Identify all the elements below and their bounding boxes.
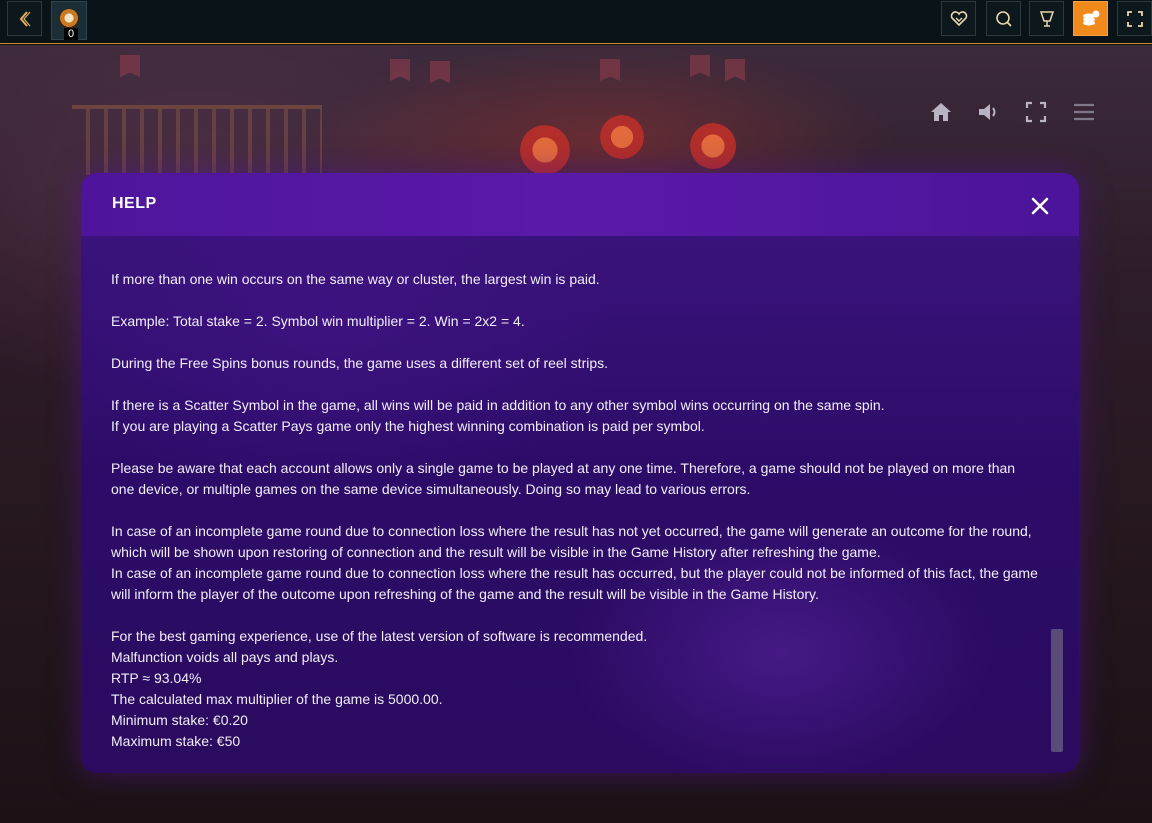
balcony-railing <box>72 105 322 175</box>
game-fullscreen-button[interactable] <box>1024 100 1048 124</box>
help-paragraph: For the best gaming experience, use of t… <box>111 626 1041 752</box>
fullscreen-button[interactable] <box>1117 1 1152 36</box>
menu-button[interactable] <box>1072 100 1096 124</box>
help-paragraph: If there is a Scatter Symbol in the game… <box>111 395 1041 437</box>
bunting-flag <box>390 59 410 81</box>
help-modal: HELP If more than one win occurs on the … <box>81 173 1079 773</box>
help-paragraph: If more than one win occurs on the same … <box>111 269 1041 290</box>
home-icon <box>931 103 951 121</box>
close-button[interactable] <box>1027 193 1053 219</box>
sound-button[interactable] <box>976 100 1000 124</box>
coins-icon <box>1082 10 1099 25</box>
sound-icon <box>979 104 996 120</box>
bonus-counter[interactable]: 0 <box>51 1 87 40</box>
fullscreen-icon <box>1025 101 1047 123</box>
top-bar: 0 <box>0 0 1152 44</box>
trophy-icon <box>1039 10 1054 27</box>
help-text-line: Maximum stake: €50 <box>111 733 241 749</box>
help-text-line: Please be aware that each account allows… <box>111 460 1016 497</box>
help-text-line: Example: Total stake = 2. Symbol win mul… <box>111 313 525 329</box>
help-header: HELP <box>81 173 1079 236</box>
favorites-button[interactable] <box>941 1 976 36</box>
menu-icon <box>1074 103 1094 121</box>
cashier-button[interactable] <box>1073 1 1108 36</box>
favorite-heart-icon <box>950 10 967 26</box>
bunting-flag <box>690 55 710 77</box>
help-text-line: For the best gaming experience, use of t… <box>111 628 648 644</box>
bunting-flag <box>430 61 450 83</box>
help-title: HELP <box>112 195 157 212</box>
scrollbar-thumb[interactable] <box>1051 629 1063 752</box>
help-text-line: Malfunction voids all pays and plays. <box>111 649 339 665</box>
help-paragraph: Example: Total stake = 2. Symbol win mul… <box>111 311 1041 332</box>
help-text-line: In case of an incomplete game round due … <box>111 565 1038 602</box>
help-text-line: If more than one win occurs on the same … <box>111 271 600 287</box>
help-text-line: RTP ≈ 93.04% <box>111 670 202 686</box>
help-text-line: Minimum stake: €0.20 <box>111 712 248 728</box>
home-button[interactable] <box>929 100 953 124</box>
flower-decoration <box>440 115 780 175</box>
bonus-count: 0 <box>64 28 78 40</box>
help-paragraph: Please be aware that each account allows… <box>111 458 1041 500</box>
close-icon <box>1031 197 1049 215</box>
back-button[interactable] <box>7 1 42 36</box>
search-button[interactable] <box>986 1 1021 36</box>
tournaments-button[interactable] <box>1029 1 1064 36</box>
help-text-line: If you are playing a Scatter Pays game o… <box>111 418 705 434</box>
help-text-line: The calculated max multiplier of the gam… <box>111 691 443 707</box>
help-paragraph: In case of an incomplete game round due … <box>111 521 1041 605</box>
help-text-line: During the Free Spins bonus rounds, the … <box>111 355 609 371</box>
search-icon <box>995 10 1012 27</box>
chip-icon <box>59 9 79 29</box>
bunting-flag <box>725 59 745 81</box>
bunting-flag <box>120 55 140 77</box>
chevron-left-icon <box>19 10 30 27</box>
help-content[interactable]: If more than one win occurs on the same … <box>111 269 1041 773</box>
help-text-line: In case of an incomplete game round due … <box>111 523 1032 560</box>
bunting-flag <box>600 59 620 81</box>
help-paragraph: During the Free Spins bonus rounds, the … <box>111 353 1041 374</box>
fullscreen-icon <box>1126 10 1143 27</box>
help-text-line: If there is a Scatter Symbol in the game… <box>111 397 885 413</box>
